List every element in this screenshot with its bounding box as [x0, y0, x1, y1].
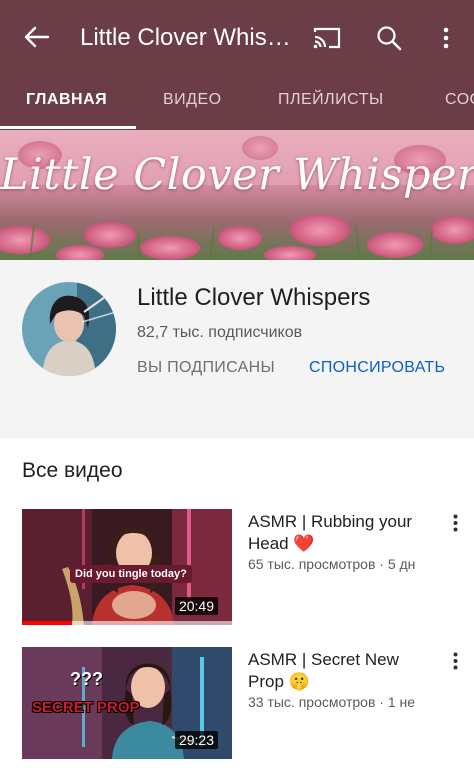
- section-title: Все видео: [22, 459, 123, 482]
- video-thumbnail[interactable]: ??? SECRET PROP 29:23: [22, 647, 232, 759]
- channel-tabs: ГЛАВНАЯ ВИДЕО ПЛЕЙЛИСТЫ СООБЩЕСТВО: [0, 75, 474, 130]
- video-duration: 29:23: [174, 731, 218, 749]
- tab-community[interactable]: СООБЩЕСТВО: [445, 75, 474, 130]
- back-arrow-icon[interactable]: [22, 22, 52, 52]
- thumbnail-caption: SECRET PROP: [32, 699, 140, 716]
- video-item[interactable]: ??? SECRET PROP 29:23 ASMR | Secret New …: [0, 647, 474, 772]
- thumbnail-question-marks: ???: [70, 669, 103, 689]
- video-meta: 65 тыс. просмотров · 5 дн: [248, 556, 416, 572]
- video-duration: 20:49: [174, 597, 218, 615]
- video-title[interactable]: ASMR | Secret New Prop 🤫: [248, 649, 438, 693]
- subscriber-count: 82,7 тыс. подписчиков: [137, 324, 303, 341]
- video-thumbnail[interactable]: Did you tingle today? 20:49: [22, 509, 232, 625]
- thumbnail-caption: Did you tingle today?: [70, 565, 192, 583]
- banner-title: Little Clover Whispers: [0, 150, 474, 200]
- tab-videos[interactable]: ВИДЕО: [163, 75, 222, 130]
- more-vert-icon[interactable]: [430, 22, 462, 54]
- video-meta: 33 тыс. просмотров · 1 не: [248, 694, 416, 710]
- cast-icon[interactable]: [311, 22, 343, 54]
- channel-banner: Little Clover Whispers: [0, 130, 474, 260]
- video-more-icon[interactable]: [446, 511, 464, 535]
- video-title[interactable]: ASMR | Rubbing your Head ❤️: [248, 511, 438, 555]
- video-item[interactable]: Did you tingle today? 20:49 ASMR | Rubbi…: [0, 509, 474, 634]
- avatar[interactable]: [22, 282, 116, 376]
- app-bar: Little Clover Whispers: [0, 0, 474, 75]
- tab-home[interactable]: ГЛАВНАЯ: [26, 75, 107, 130]
- subscribed-button[interactable]: ВЫ ПОДПИСАНЫ: [137, 359, 275, 377]
- video-more-icon[interactable]: [446, 649, 464, 673]
- channel-header: Little Clover Whispers 82,7 тыс. подписч…: [0, 260, 474, 438]
- search-icon[interactable]: [373, 22, 405, 54]
- watch-progress-bar: [22, 621, 232, 625]
- channel-name: Little Clover Whispers: [137, 284, 371, 311]
- channel-title: Little Clover Whispers: [80, 24, 295, 51]
- active-tab-indicator: [0, 126, 136, 129]
- tab-playlists[interactable]: ПЛЕЙЛИСТЫ: [278, 75, 384, 130]
- sponsor-button[interactable]: СПОНСИРОВАТЬ: [309, 359, 445, 377]
- watch-progress-fill: [22, 621, 73, 625]
